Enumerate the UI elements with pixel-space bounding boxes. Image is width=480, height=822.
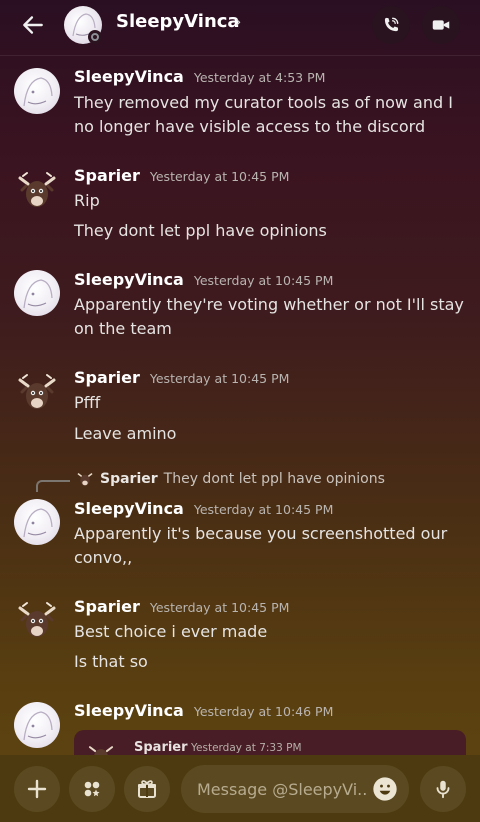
add-attachment-button[interactable] (14, 766, 60, 812)
embed-author: Sparier (134, 740, 188, 755)
avatar[interactable] (14, 68, 60, 114)
author-line: SleepyVinca Yesterday at 10:45 PM (74, 270, 333, 289)
author-line: SleepyVinca Yesterday at 10:46 PM (74, 701, 333, 720)
reply-avatar (76, 470, 94, 488)
arrow-left-icon (23, 16, 43, 34)
apps-icon (84, 781, 100, 797)
message-text[interactable]: Is that so (74, 650, 469, 674)
reply-reference[interactable]: Sparier They dont let ppl have opinions (76, 470, 385, 488)
author-name[interactable]: Sparier (74, 166, 140, 185)
message-text[interactable]: Pfff (74, 391, 469, 415)
reply-connector (36, 480, 70, 492)
reply-author: Sparier (100, 471, 158, 487)
avatar[interactable] (14, 499, 60, 545)
plus-icon (27, 779, 47, 799)
chevron-right-icon[interactable]: › (235, 12, 241, 31)
voice-message-button[interactable] (420, 766, 466, 812)
avatar[interactable] (14, 598, 60, 644)
status-indicator (88, 30, 102, 44)
author-line: Sparier Yesterday at 10:45 PM (74, 166, 289, 185)
microphone-icon (436, 780, 450, 799)
message-text[interactable]: Best choice i ever made (74, 620, 469, 644)
message-text[interactable]: They removed my curator tools as of now … (74, 91, 469, 139)
author-line: Sparier Yesterday at 10:45 PM (74, 368, 289, 387)
timestamp: Yesterday at 4:53 PM (193, 70, 326, 85)
author-name[interactable]: SleepyVinca (74, 270, 184, 289)
message-input-container (181, 765, 409, 813)
timestamp: Yesterday at 10:45 PM (149, 169, 290, 184)
voice-call-button[interactable] (372, 6, 410, 44)
video-camera-icon (432, 20, 450, 30)
author-name[interactable]: Sparier (74, 597, 140, 616)
message-composer (0, 755, 480, 822)
author-name[interactable]: SleepyVinca (74, 67, 184, 86)
author-name[interactable]: SleepyVinca (74, 499, 184, 518)
avatar[interactable] (14, 168, 60, 214)
timestamp: Yesterday at 10:45 PM (149, 371, 290, 386)
avatar[interactable] (14, 270, 60, 316)
timestamp: Yesterday at 10:45 PM (193, 502, 334, 517)
emoji-button[interactable] (371, 775, 399, 803)
author-line: Sparier Yesterday at 10:45 PM (74, 597, 289, 616)
embed-timestamp: Yesterday at 7:33 PM (191, 742, 302, 754)
timestamp: Yesterday at 10:45 PM (193, 273, 334, 288)
phone-call-icon (384, 17, 399, 32)
apps-button[interactable] (69, 766, 115, 812)
video-call-button[interactable] (422, 6, 460, 44)
author-name[interactable]: SleepyVinca (74, 701, 184, 720)
back-button[interactable] (18, 10, 48, 40)
emoji-icon (373, 777, 397, 801)
gift-button[interactable] (124, 766, 170, 812)
avatar[interactable] (14, 702, 60, 748)
author-line: SleepyVinca Yesterday at 10:45 PM (74, 499, 333, 518)
header-title[interactable]: SleepyVinca (116, 11, 240, 32)
author-line: SleepyVinca Yesterday at 4:53 PM (74, 67, 325, 86)
gift-icon (138, 780, 156, 798)
message-text[interactable]: They dont let ppl have opinions (74, 219, 469, 243)
message-input[interactable] (197, 765, 367, 813)
message-text[interactable]: Rip (74, 189, 469, 213)
timestamp: Yesterday at 10:46 PM (193, 704, 334, 719)
message-text[interactable]: Apparently they're voting whether or not… (74, 293, 469, 341)
message-text[interactable]: Leave amino (74, 422, 469, 446)
reply-text: They dont let ppl have opinions (163, 471, 385, 487)
avatar[interactable] (14, 370, 60, 416)
author-name[interactable]: Sparier (74, 368, 140, 387)
message-text[interactable]: Apparently it's because you screenshotte… (74, 522, 469, 570)
chat-header: SleepyVinca › (0, 0, 480, 50)
header-divider (0, 55, 480, 56)
timestamp: Yesterday at 10:45 PM (149, 600, 290, 615)
